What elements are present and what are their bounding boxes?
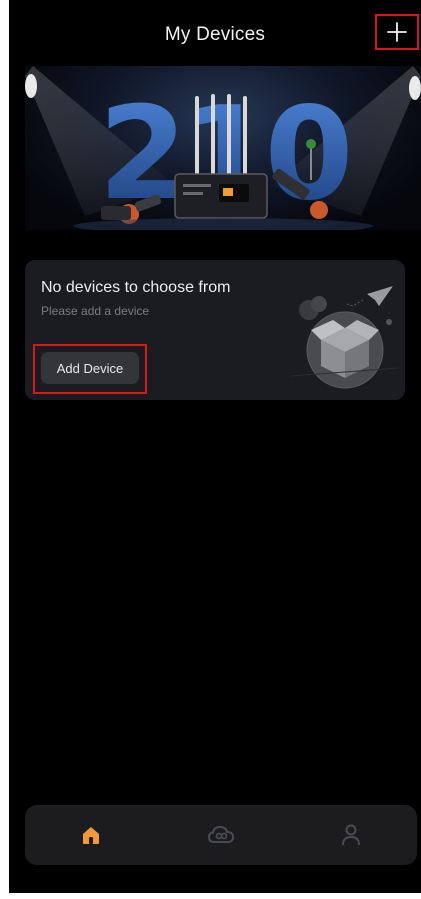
bottom-navigation [25, 805, 417, 865]
empty-state-title: No devices to choose from [41, 279, 231, 296]
banner-image: 210 [25, 66, 421, 230]
nav-profile[interactable] [334, 818, 368, 852]
empty-box-illustration [290, 286, 399, 389]
page-title: My Devices [164, 24, 266, 45]
promo-banner[interactable]: 210 [25, 66, 421, 230]
add-device-button[interactable]: Add Device [41, 352, 139, 384]
home-icon [83, 827, 99, 844]
profile-icon [342, 824, 360, 846]
empty-devices-card: No devices to choose from Please add a d… [25, 260, 405, 400]
nav-home[interactable] [74, 818, 108, 852]
nav-cloud[interactable] [204, 818, 238, 852]
add-device-plus-button[interactable] [375, 14, 419, 50]
app-header: My Devices [9, 14, 421, 54]
empty-state-subtitle: Please add a device [41, 304, 150, 318]
app-screen: My Devices 210 No devices to choose from… [9, 0, 421, 893]
cloud-link-icon [207, 825, 235, 843]
plus-icon [387, 22, 407, 42]
